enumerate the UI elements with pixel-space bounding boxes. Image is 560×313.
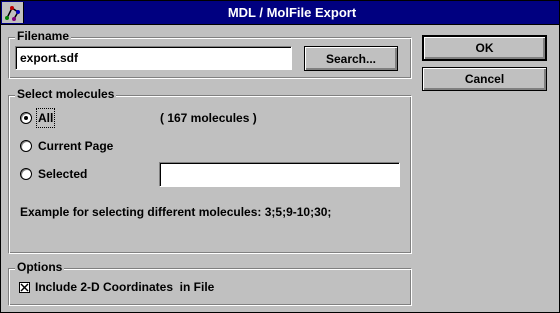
ok-button[interactable]: OK [422,35,547,61]
radio-current-page-label: Current Page [38,139,114,153]
molecule-count: ( 167 molecules ) [160,111,257,125]
radio-selected-label: Selected [38,167,88,181]
export-dialog: MDL / MolFile Export Filename Search... … [0,0,560,313]
include-2d-checkbox-row[interactable]: Include 2-D Coordinates in File [19,279,214,295]
include-2d-checkbox[interactable] [19,281,30,293]
cancel-button[interactable]: Cancel [422,67,547,91]
radio-selected[interactable]: Selected [20,166,87,182]
cancel-button-label: Cancel [464,72,505,86]
selected-molecules-input[interactable] [159,162,400,187]
options-legend: Options [15,260,65,274]
search-button[interactable]: Search... [304,46,398,71]
window-title: MDL / MolFile Export [227,5,357,20]
radio-all-indicator[interactable] [20,112,32,124]
filename-input[interactable] [15,46,292,70]
title-bar: MDL / MolFile Export [1,1,559,25]
include-2d-label: Include 2-D Coordinates in File [35,280,215,294]
ok-button-label: OK [475,41,494,55]
search-button-label: Search... [325,51,377,66]
select-molecules-legend: Select molecules [15,87,117,101]
example-text: Example for selecting different molecule… [20,205,332,219]
radio-all-label: All [35,108,56,128]
app-molecule-icon[interactable] [2,2,24,23]
radio-all[interactable]: All [20,108,56,128]
radio-current-page[interactable]: Current Page [20,138,113,154]
filename-legend: Filename [15,29,72,43]
radio-current-page-indicator[interactable] [20,140,32,152]
radio-selected-indicator[interactable] [20,168,32,180]
